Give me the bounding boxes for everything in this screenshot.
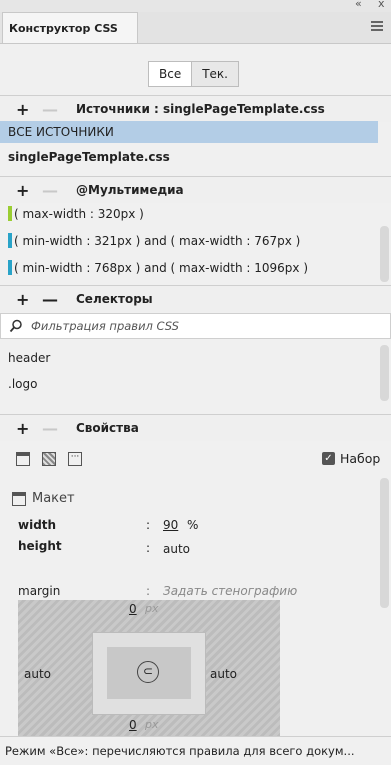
selector-filter-input[interactable]: Фильтрация правил CSS (31, 319, 179, 333)
add-selector-button[interactable]: + (16, 290, 30, 309)
remove-property-button[interactable]: — (42, 419, 58, 438)
media-title: @Мультимедиа (76, 183, 184, 197)
margin-bottom-unit: px (145, 718, 159, 731)
background-category-icon[interactable] (42, 452, 56, 466)
add-source-button[interactable]: + (16, 100, 30, 119)
margin-top-value[interactable]: 0 (129, 602, 137, 616)
margin-shorthand-input[interactable]: Задать стенографию (163, 584, 297, 598)
media-item[interactable]: ( max-width : 320px ) (0, 203, 378, 224)
selectors-header: + — Селекторы (0, 285, 391, 312)
layout-group-header: Макет (12, 491, 75, 506)
property-category-bar: ··· (16, 452, 82, 466)
properties-title: Свойства (76, 421, 139, 435)
properties-scrollbar[interactable] (380, 478, 389, 608)
media-query-label: ( max-width : 320px ) (14, 206, 144, 221)
margin-box-diagram: 0 px auto ⊂ auto 0 px (18, 600, 280, 736)
margin-right-value[interactable]: auto (210, 667, 237, 681)
media-query-label: ( min-width : 321px ) and ( max-width : … (14, 233, 301, 248)
panel-tab-row: Конструктор CSS (0, 12, 391, 44)
margin-top-unit: px (145, 602, 159, 615)
media-item[interactable]: ( min-width : 321px ) and ( max-width : … (0, 230, 378, 251)
collapse-icon[interactable]: « (355, 0, 362, 10)
layout-category-icon[interactable] (16, 452, 30, 466)
more-category-icon[interactable]: ··· (68, 452, 82, 466)
properties-header: + — Свойства (0, 414, 391, 441)
source-item-all[interactable]: ВСЕ ИСТОЧНИКИ (0, 121, 378, 143)
media-header: + — @Мультимедиа (0, 176, 391, 203)
search-icon (9, 319, 22, 333)
panel-menu-icon[interactable] (371, 21, 383, 33)
selector-item[interactable]: .logo (0, 372, 378, 396)
media-scrollbar[interactable] (380, 226, 389, 282)
media-item[interactable]: ( min-width : 768px ) and ( max-width : … (0, 257, 378, 278)
selector-filter-box[interactable]: Фильтрация правил CSS (0, 313, 391, 339)
tab-css-designer[interactable]: Конструктор CSS (2, 12, 138, 43)
remove-source-button[interactable]: — (42, 100, 58, 119)
status-text: Режим «Все»: перечисляются правила для в… (5, 744, 355, 758)
selectors-scrollbar[interactable] (380, 345, 389, 401)
padding-box: ⊂ (92, 632, 206, 715)
mode-all-button[interactable]: Все (149, 62, 193, 86)
remove-selector-button[interactable]: — (42, 290, 58, 309)
width-value[interactable]: 90 (163, 518, 178, 532)
width-label: width (18, 518, 57, 532)
set-checkbox[interactable]: ✓ (322, 452, 335, 465)
set-label: Набор (340, 451, 381, 466)
height-label: height (18, 539, 62, 553)
add-media-button[interactable]: + (16, 181, 30, 200)
layout-label: Макет (32, 491, 75, 506)
close-icon[interactable]: x (378, 0, 385, 10)
mode-current-button[interactable]: Тек. (192, 62, 238, 86)
width-unit[interactable]: % (187, 518, 198, 532)
sources-header: + — Источники : singlePageTemplate.css (0, 95, 391, 122)
margin-bottom-value[interactable]: 0 (129, 718, 137, 732)
sources-title: Источники : singlePageTemplate.css (76, 102, 325, 116)
media-color-swatch (8, 206, 12, 221)
mode-toggle: Все Тек. (148, 61, 239, 87)
height-value[interactable]: auto (163, 542, 190, 556)
selector-item[interactable]: header (0, 347, 378, 369)
panel-top-strip: « x (0, 0, 391, 12)
media-color-swatch (8, 233, 12, 248)
remove-media-button[interactable]: — (42, 181, 58, 200)
link-icon[interactable]: ⊂ (137, 661, 159, 683)
set-checkbox-group[interactable]: ✓ Набор (322, 451, 380, 466)
margin-left-value[interactable]: auto (24, 667, 51, 681)
source-item-file[interactable]: singlePageTemplate.css (0, 144, 378, 170)
media-query-label: ( min-width : 768px ) and ( max-width : … (14, 260, 308, 275)
selectors-title: Селекторы (76, 292, 153, 306)
margin-label: margin (18, 584, 61, 598)
width-colon: : (146, 518, 151, 532)
add-property-button[interactable]: + (16, 419, 30, 438)
content-box: ⊂ (107, 647, 191, 699)
status-bar: Режим «Все»: перечисляются правила для в… (0, 736, 391, 765)
height-colon: : (146, 541, 151, 555)
media-color-swatch (8, 260, 12, 275)
layout-icon (12, 491, 26, 506)
margin-colon: : (146, 584, 151, 598)
